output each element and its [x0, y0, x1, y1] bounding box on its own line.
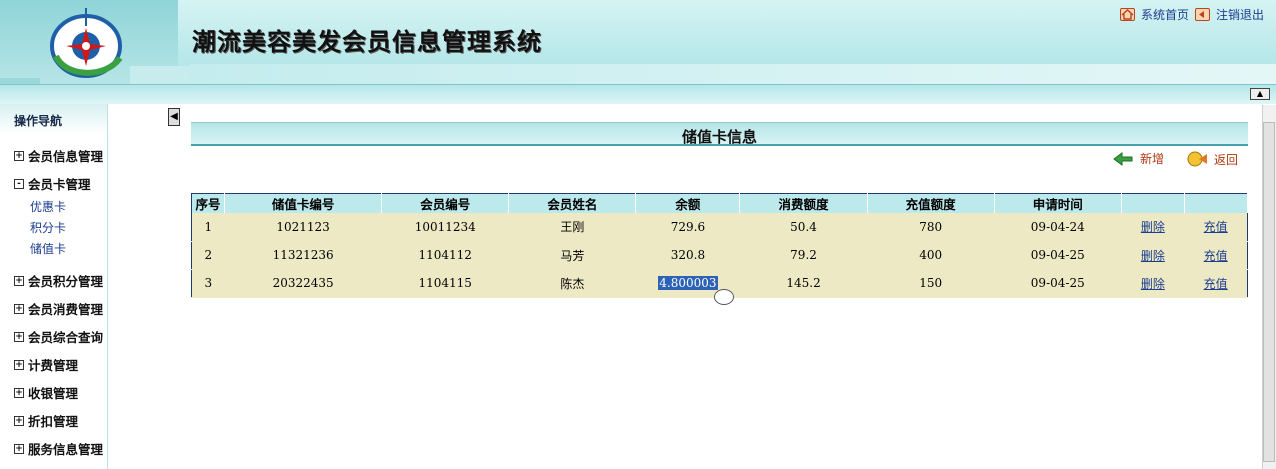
- cell-balance: 320.8: [635, 241, 740, 270]
- sidebar-subitem-points-card[interactable]: 积分卡: [30, 219, 66, 236]
- column-header: 储值卡编号: [224, 193, 383, 213]
- column-header: 申请时间: [994, 193, 1122, 213]
- add-icon: [1112, 151, 1134, 167]
- cell-no: 2: [191, 241, 225, 270]
- expand-icon[interactable]: +: [14, 359, 24, 370]
- column-header: [1121, 193, 1185, 213]
- sidebar-subitem-discount-card[interactable]: 优惠卡: [30, 198, 66, 215]
- logout-link[interactable]: 注销退出: [1216, 6, 1264, 23]
- column-header: 充值额度: [867, 193, 995, 213]
- column-header: 会员编号: [381, 193, 510, 213]
- cell-date: 09-04-25: [994, 269, 1122, 298]
- sidebar-item-member-info[interactable]: + 会员信息管理: [14, 146, 103, 165]
- sidebar-item-label: 收银管理: [28, 386, 79, 401]
- expand-icon[interactable]: +: [14, 150, 24, 161]
- add-label: 新增: [1140, 152, 1165, 166]
- cell-card-number: 1021123: [224, 213, 382, 242]
- cell-recharge: 400: [867, 241, 995, 270]
- back-icon: [1186, 150, 1208, 168]
- cell-no: 3: [191, 269, 225, 298]
- sidebar-item-member-card[interactable]: - 会员卡管理: [14, 174, 91, 193]
- header-stripe: [190, 64, 1276, 84]
- sidebar-header: 操作导航: [0, 104, 107, 134]
- expand-icon[interactable]: +: [14, 443, 24, 454]
- scrollbar-thumb[interactable]: [1263, 122, 1275, 462]
- cell-member-name: 王刚: [508, 213, 636, 242]
- cell-date: 09-04-25: [994, 241, 1122, 270]
- home-link[interactable]: 系统首页: [1141, 6, 1189, 23]
- delete-link[interactable]: 删除: [1121, 241, 1185, 270]
- column-header: 会员姓名: [508, 193, 637, 213]
- sidebar-item-member-consumption[interactable]: + 会员消费管理: [14, 299, 103, 318]
- cell-member-number: 1104112: [381, 241, 509, 270]
- expand-icon[interactable]: +: [14, 387, 24, 398]
- cell-spent: 79.2: [739, 241, 868, 270]
- sidebar-item-label: 会员积分管理: [28, 274, 104, 289]
- sidebar-item-label: 会员卡管理: [28, 177, 91, 192]
- header-band: [0, 84, 1276, 104]
- sidebar-item-member-points[interactable]: + 会员积分管理: [14, 271, 103, 290]
- header-decoration: [130, 66, 190, 86]
- mouse-cursor-icon: [714, 289, 734, 305]
- sidebar-subitem-stored-value-card[interactable]: 储值卡: [30, 240, 66, 257]
- page-title: 储值卡信息: [681, 128, 757, 146]
- collapse-arrow-icon[interactable]: ◀: [168, 108, 180, 126]
- recharge-link[interactable]: 充值: [1184, 241, 1248, 270]
- cell-recharge: 780: [867, 213, 995, 242]
- recharge-link[interactable]: 充值: [1184, 213, 1248, 242]
- expand-icon[interactable]: +: [14, 303, 24, 314]
- section-bar: 储值卡信息: [191, 122, 1248, 146]
- logo-icon: [50, 8, 123, 78]
- cell-member-number: 10011234: [381, 213, 509, 242]
- expand-icon[interactable]: +: [14, 275, 24, 286]
- app-title: 潮流美容美发会员信息管理系统: [192, 28, 542, 56]
- cell-card-number: 11321236: [224, 241, 382, 270]
- column-header: 消费额度: [739, 193, 868, 213]
- header: 潮流美容美发会员信息管理系统 系统首页 注销退出: [0, 0, 1276, 104]
- expand-icon[interactable]: +: [14, 415, 24, 426]
- back-label: 返回: [1214, 152, 1239, 167]
- exit-icon[interactable]: [1194, 8, 1210, 21]
- delete-link[interactable]: 删除: [1121, 269, 1185, 298]
- table-row: 1 1021123 10011234 王刚 729.6 50.4 780 09-…: [191, 213, 1248, 242]
- back-button[interactable]: 返回: [1186, 150, 1238, 168]
- delete-link[interactable]: 删除: [1121, 213, 1185, 242]
- cell-member-number: 1104115: [381, 269, 509, 298]
- sidebar-item-label: 折扣管理: [28, 414, 79, 429]
- table-header-row: 序号 储值卡编号 会员编号 会员姓名 余额 消费额度 充值额度 申请时间: [191, 193, 1249, 213]
- cell-no: 1: [191, 213, 225, 242]
- sidebar-item-label: 会员综合查询: [28, 330, 104, 345]
- sidebar-item-label: 服务信息管理: [28, 442, 104, 457]
- cell-member-name: 马芳: [508, 241, 636, 270]
- column-header: 序号: [191, 193, 226, 213]
- cell-spent: 50.4: [739, 213, 868, 242]
- sidebar-item-label: 会员消费管理: [28, 302, 104, 317]
- home-icon[interactable]: [1119, 8, 1135, 21]
- cell-card-number: 20322435: [224, 269, 382, 298]
- recharge-link[interactable]: 充值: [1184, 269, 1248, 298]
- table-row: 2 11321236 1104112 马芳 320.8 79.2 400 09-…: [191, 241, 1248, 270]
- sidebar-item-service-info[interactable]: + 服务信息管理: [14, 439, 103, 458]
- add-button[interactable]: 新增: [1112, 150, 1164, 167]
- cell-balance: 729.6: [635, 213, 740, 242]
- sidebar-item-discount[interactable]: + 折扣管理: [14, 411, 78, 430]
- scroll-up-icon[interactable]: ▲: [1250, 88, 1270, 100]
- cell-date: 09-04-24: [994, 213, 1122, 242]
- column-header: [1184, 193, 1249, 213]
- cell-recharge: 150: [867, 269, 995, 298]
- collapse-icon[interactable]: -: [14, 178, 24, 189]
- sidebar-item-cashier[interactable]: + 收银管理: [14, 383, 78, 402]
- expand-icon[interactable]: +: [14, 331, 24, 342]
- selected-text: 4.800003: [658, 276, 718, 290]
- sidebar-item-label: 会员信息管理: [28, 149, 104, 164]
- cell-spent: 145.2: [739, 269, 868, 298]
- column-header: 余额: [635, 193, 741, 213]
- sidebar-item-label: 计费管理: [28, 358, 79, 373]
- sidebar: 操作导航 + 会员信息管理 - 会员卡管理 优惠卡 积分卡 储值卡 + 会员积分…: [0, 104, 108, 469]
- stored-value-card-table: 序号 储值卡编号 会员编号 会员姓名 余额 消费额度 充值额度 申请时间 1 1…: [191, 193, 1249, 298]
- top-links: 系统首页 注销退出: [1119, 6, 1264, 23]
- sidebar-item-billing[interactable]: + 计费管理: [14, 355, 78, 374]
- sidebar-item-member-query[interactable]: + 会员综合查询: [14, 327, 103, 346]
- cell-member-name: 陈杰: [508, 269, 636, 298]
